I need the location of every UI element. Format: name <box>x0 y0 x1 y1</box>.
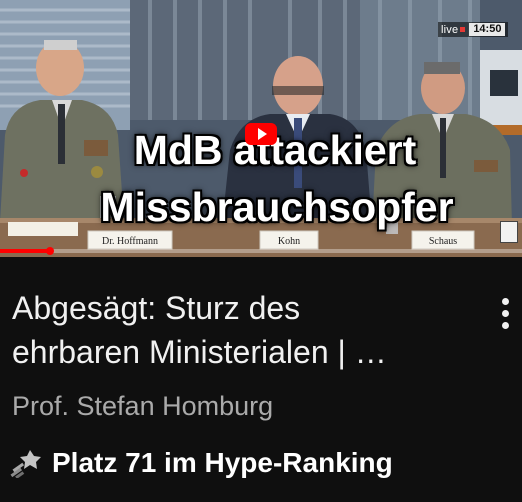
live-badge: live 14:50 <box>438 22 509 37</box>
channel-watermark-icon <box>500 221 518 243</box>
channel-name[interactable]: Prof. Stefan Homburg <box>12 389 273 423</box>
hype-badge-text: Platz 71 im Hype-Ranking <box>52 447 393 478</box>
watch-progress-knob <box>45 247 54 255</box>
thumbnail-headline-2: Missbrauchsopfer <box>100 184 454 230</box>
nameplate-3: Schaus <box>429 236 457 247</box>
video-title-line-1: Abgesägt: Sturz des <box>12 290 301 326</box>
live-label: live <box>441 23 459 36</box>
video-thumbnail[interactable]: Dr. Hoffmann Kohn Schaus live 14:50 MdB … <box>0 0 522 257</box>
video-title[interactable]: Abgesägt: Sturz des ehrbaren Ministerial… <box>12 286 472 374</box>
nameplate-2: Kohn <box>278 236 300 247</box>
youtube-play-icon[interactable] <box>245 123 277 145</box>
more-vertical-icon[interactable] <box>492 292 518 334</box>
nameplate-1: Dr. Hoffmann <box>102 236 158 247</box>
live-dot-icon <box>460 27 466 32</box>
live-time: 14:50 <box>469 23 506 36</box>
video-card[interactable]: Dr. Hoffmann Kohn Schaus live 14:50 MdB … <box>0 0 522 502</box>
watch-progress-fill <box>0 249 50 253</box>
video-title-line-2: ehrbaren Ministerialen | … <box>12 334 387 370</box>
watch-progress-bar <box>0 247 522 255</box>
hype-rocket-icon <box>10 450 41 478</box>
hype-badge[interactable]: Platz 71 im Hype-Ranking <box>10 445 393 481</box>
